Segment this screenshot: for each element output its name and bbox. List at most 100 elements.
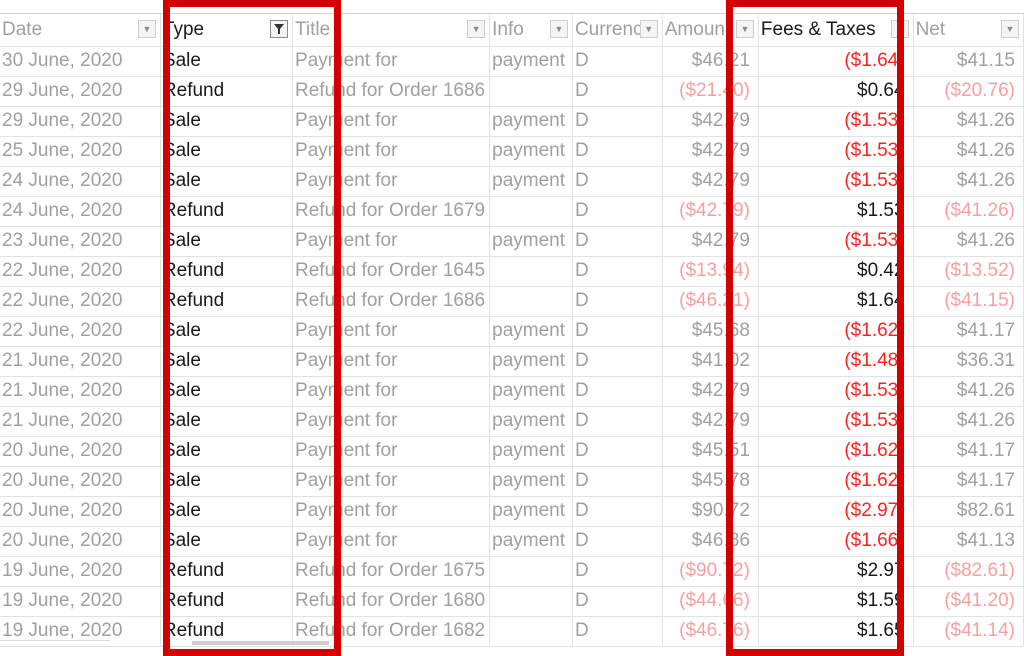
cell-currency[interactable]: D [572, 166, 663, 197]
column-header-info[interactable]: Info ▼ [489, 14, 573, 47]
cell-info[interactable]: payment [489, 46, 573, 77]
cell-amount[interactable]: $42.79 [662, 406, 759, 437]
cell-info[interactable]: payment [489, 406, 573, 437]
cell-type[interactable]: Refund [160, 256, 294, 287]
cell-title[interactable]: Payment for [292, 226, 491, 257]
cell-net[interactable]: $41.17 [913, 436, 1024, 467]
cell-fees[interactable]: ($1.62) [758, 436, 914, 467]
cell-net[interactable]: ($41.14) [913, 616, 1024, 647]
filter-dropdown-icon[interactable]: ▼ [467, 20, 486, 38]
cell-type[interactable]: Sale [160, 376, 294, 407]
cell-amount[interactable]: $45.68 [662, 316, 759, 347]
cell-info[interactable]: payment [489, 496, 573, 527]
cell-title[interactable]: Refund for Order 1645 [292, 256, 491, 287]
cell-info[interactable]: payment [489, 136, 573, 167]
cell-date[interactable]: 21 June, 2020 [0, 376, 161, 407]
cell-amount[interactable]: $42.79 [662, 106, 759, 137]
cell-title[interactable]: Payment for [292, 136, 491, 167]
cell-type[interactable]: Sale [160, 226, 294, 257]
cell-net[interactable]: $41.13 [913, 526, 1024, 557]
cell-fees[interactable]: ($1.53) [758, 136, 914, 167]
cell-fees[interactable]: $0.42 [758, 256, 914, 287]
cell-currency[interactable]: D [572, 496, 663, 527]
cell-type[interactable]: Sale [160, 466, 294, 497]
cell-fees[interactable]: ($1.53) [758, 166, 914, 197]
horizontal-scrollbar-left[interactable] [0, 640, 110, 645]
cell-fees[interactable]: ($2.97) [758, 496, 914, 527]
cell-fees[interactable]: ($1.53) [758, 406, 914, 437]
cell-currency[interactable]: D [572, 586, 663, 617]
cell-type[interactable]: Sale [160, 436, 294, 467]
cell-currency[interactable]: D [572, 346, 663, 377]
cell-type[interactable]: Sale [160, 46, 294, 77]
cell-net[interactable]: ($82.61) [913, 556, 1024, 587]
cell-fees[interactable]: ($1.48) [758, 346, 914, 377]
cell-info[interactable]: payment [489, 346, 573, 377]
cell-net[interactable]: ($13.52) [913, 256, 1024, 287]
cell-info[interactable]: payment [489, 376, 573, 407]
cell-fees[interactable]: ($1.62) [758, 466, 914, 497]
cell-net[interactable]: ($41.20) [913, 586, 1024, 617]
cell-currency[interactable]: D [572, 316, 663, 347]
cell-title[interactable]: Refund for Order 1686 [292, 76, 491, 107]
cell-info[interactable]: payment [489, 436, 573, 467]
cell-currency[interactable]: D [572, 616, 663, 647]
cell-currency[interactable]: D [572, 136, 663, 167]
filter-dropdown-icon[interactable]: ▼ [735, 20, 754, 38]
cell-title[interactable]: Payment for [292, 376, 491, 407]
cell-amount[interactable]: $90.72 [662, 496, 759, 527]
cell-net[interactable]: $41.26 [913, 106, 1024, 137]
cell-date[interactable]: 20 June, 2020 [0, 436, 161, 467]
cell-amount[interactable]: ($42.79) [662, 196, 759, 227]
cell-net[interactable]: $41.15 [913, 46, 1024, 77]
cell-type[interactable]: Refund [160, 556, 294, 587]
column-header-date[interactable]: Date ▼ [0, 14, 161, 47]
cell-title[interactable]: Payment for [292, 346, 491, 377]
cell-amount[interactable]: $42.79 [662, 226, 759, 257]
cell-net[interactable]: $41.26 [913, 136, 1024, 167]
cell-type[interactable]: Refund [160, 586, 294, 617]
cell-fees[interactable]: $2.97 [758, 556, 914, 587]
cell-type[interactable]: Sale [160, 346, 294, 377]
cell-type[interactable]: Sale [160, 136, 294, 167]
cell-net[interactable]: $36.31 [913, 346, 1024, 377]
cell-fees[interactable]: $1.53 [758, 196, 914, 227]
cell-title[interactable]: Payment for [292, 46, 491, 77]
cell-net[interactable]: $41.17 [913, 316, 1024, 347]
cell-type[interactable]: Sale [160, 316, 294, 347]
cell-net[interactable]: ($41.26) [913, 196, 1024, 227]
cell-net[interactable]: $41.17 [913, 466, 1024, 497]
cell-info[interactable]: payment [489, 166, 573, 197]
cell-amount[interactable]: $45.51 [662, 436, 759, 467]
filter-applied-icon[interactable] [270, 20, 289, 38]
horizontal-scrollbar[interactable] [192, 641, 329, 645]
cell-date[interactable]: 22 June, 2020 [0, 286, 161, 317]
cell-fees[interactable]: ($1.53) [758, 106, 914, 137]
cell-fees[interactable]: ($1.53) [758, 226, 914, 257]
cell-amount[interactable]: $41.02 [662, 346, 759, 377]
cell-date[interactable]: 29 June, 2020 [0, 76, 161, 107]
column-header-amount[interactable]: Amoun ▼ [662, 14, 759, 47]
cell-type[interactable]: Sale [160, 166, 294, 197]
cell-type[interactable]: Sale [160, 526, 294, 557]
cell-currency[interactable]: D [572, 466, 663, 497]
cell-amount[interactable]: ($90.72) [662, 556, 759, 587]
cell-currency[interactable]: D [572, 526, 663, 557]
cell-date[interactable]: 20 June, 2020 [0, 526, 161, 557]
cell-amount[interactable]: $46.21 [662, 46, 759, 77]
cell-title[interactable]: Refund for Order 1675 [292, 556, 491, 587]
cell-net[interactable]: $41.26 [913, 406, 1024, 437]
cell-fees[interactable]: ($1.53) [758, 376, 914, 407]
cell-info[interactable] [489, 286, 573, 317]
cell-currency[interactable]: D [572, 556, 663, 587]
cell-date[interactable]: 21 June, 2020 [0, 346, 161, 377]
cell-currency[interactable]: D [572, 106, 663, 137]
cell-fees[interactable]: ($1.66) [758, 526, 914, 557]
cell-date[interactable]: 24 June, 2020 [0, 196, 161, 227]
cell-date[interactable]: 20 June, 2020 [0, 496, 161, 527]
cell-amount[interactable]: ($44.66) [662, 586, 759, 617]
cell-date[interactable]: 25 June, 2020 [0, 136, 161, 167]
cell-fees[interactable]: $0.64 [758, 76, 914, 107]
cell-currency[interactable]: D [572, 76, 663, 107]
cell-amount[interactable]: ($46.21) [662, 286, 759, 317]
